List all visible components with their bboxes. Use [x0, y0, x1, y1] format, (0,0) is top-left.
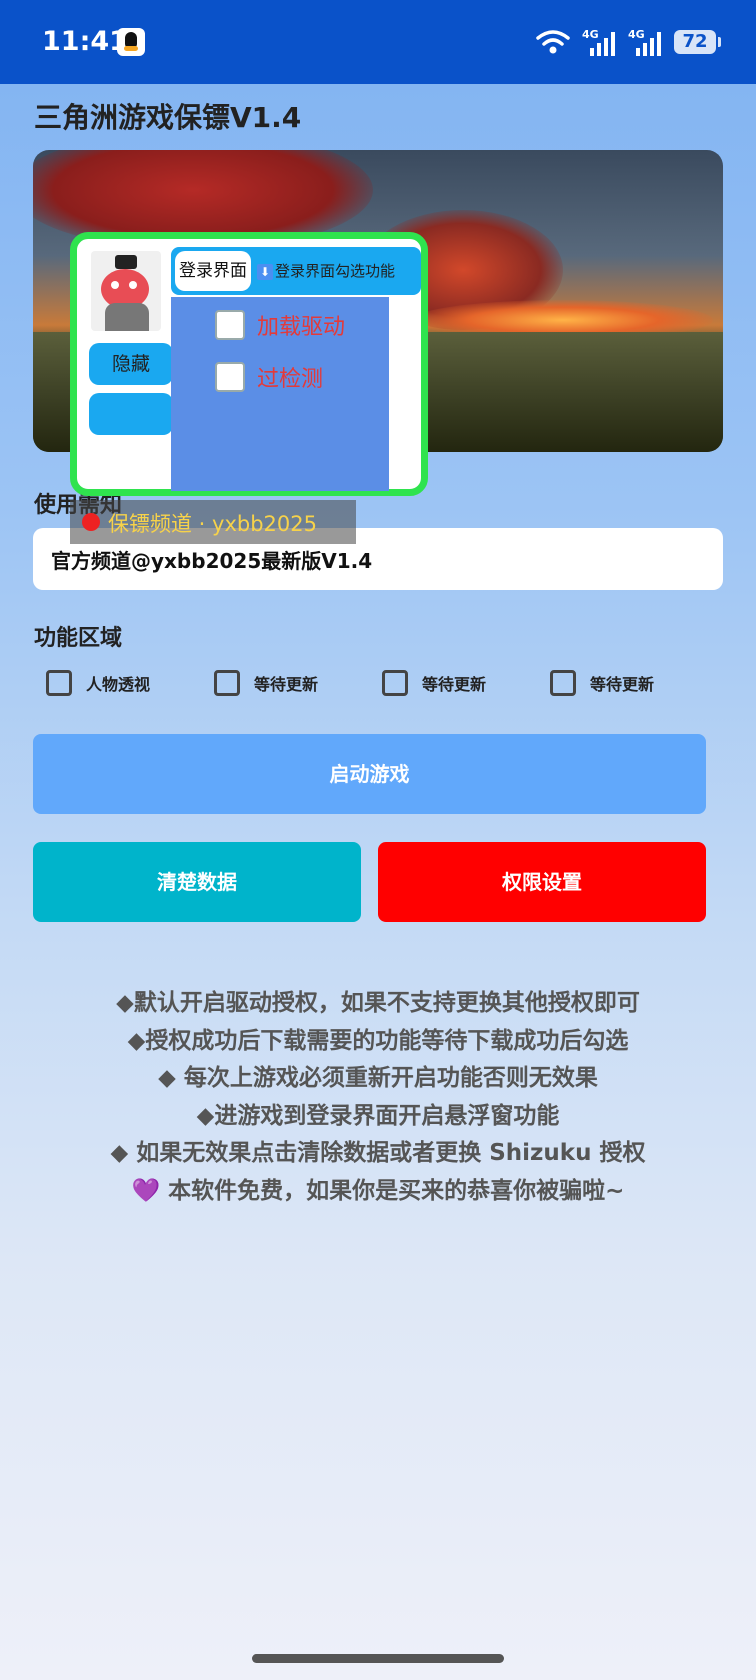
- function-section-label: 功能区域: [34, 626, 123, 651]
- checkbox-box[interactable]: [215, 362, 245, 392]
- blank-button[interactable]: [89, 393, 173, 435]
- instructions: ◆默认开启驱动授权，如果不支持更换其他授权即可 ◆授权成功后下载需要的功能等待下…: [0, 985, 756, 1210]
- status-icons: 4G 4G 72: [536, 26, 721, 58]
- channel-watermark: 保镖频道 · yxbb2025: [70, 500, 356, 544]
- function-label: 人物透视: [86, 675, 151, 694]
- instruction-line: 💜 本软件免费，如果你是买来的恭喜你被骗啦~: [131, 1177, 625, 1204]
- instruction-line: ◆授权成功后下载需要的功能等待下载成功后勾选: [127, 1027, 629, 1054]
- instruction-line: ◆进游戏到登录界面开启悬浮窗功能: [196, 1102, 560, 1129]
- network-type-1: 4G: [582, 28, 599, 41]
- checkbox-box[interactable]: [382, 670, 408, 696]
- function-checkbox-3[interactable]: 等待更新: [382, 670, 486, 696]
- channel-text: 保镖频道 · yxbb2025: [108, 512, 317, 536]
- status-time: 11:41: [42, 26, 128, 57]
- function-label: 等待更新: [590, 675, 655, 694]
- checkbox-box[interactable]: [550, 670, 576, 696]
- function-checkbox-4[interactable]: 等待更新: [550, 670, 654, 696]
- function-label: 等待更新: [254, 675, 319, 694]
- signal-icon-2: 4G: [628, 28, 662, 56]
- clear-data-button[interactable]: 清楚数据: [33, 842, 361, 922]
- notice-text: 官方频道@yxbb2025最新版V1.4: [51, 549, 373, 573]
- function-checkbox-2[interactable]: 等待更新: [214, 670, 318, 696]
- app-title: 三角洲游戏保镖V1.4: [34, 101, 302, 134]
- tab-login-screen[interactable]: 登录界面: [175, 251, 251, 291]
- home-indicator[interactable]: [252, 1654, 504, 1663]
- option-label: 过检测: [257, 367, 324, 392]
- status-bar: 11:41 4G 4G 72: [0, 0, 756, 84]
- overlay-hint-text: 登录界面勾选功能: [275, 262, 396, 280]
- checkbox-box[interactable]: [215, 310, 245, 340]
- checkbox-box[interactable]: [214, 670, 240, 696]
- signal-icon-1: 4G: [582, 28, 616, 56]
- overlay-options-panel: 加载驱动 过检测: [171, 297, 389, 491]
- overlay-hint: ⬇ 登录界面勾选功能: [257, 260, 395, 281]
- instruction-line: ◆默认开启驱动授权，如果不支持更换其他授权即可: [116, 990, 640, 1016]
- red-dot-icon: [82, 513, 100, 531]
- option-label: 加载驱动: [257, 315, 346, 340]
- avatar[interactable]: [91, 251, 161, 331]
- floating-window[interactable]: 隐藏 登录界面 ⬇ 登录界面勾选功能 加载驱动 过检测: [70, 232, 428, 496]
- start-game-button[interactable]: 启动游戏: [33, 734, 706, 814]
- wifi-icon: [536, 30, 570, 54]
- checkbox-box[interactable]: [46, 670, 72, 696]
- overlay-header: 登录界面 ⬇ 登录界面勾选功能: [171, 247, 421, 295]
- battery-icon: 72: [674, 30, 721, 54]
- bypass-detection-checkbox[interactable]: 过检测: [215, 361, 323, 393]
- permission-settings-button[interactable]: 权限设置: [378, 842, 706, 922]
- instruction-line: ◆ 如果无效果点击清除数据或者更换 Shizuku 授权: [110, 1140, 646, 1166]
- qq-notification-icon: [117, 28, 145, 56]
- network-type-2: 4G: [628, 28, 645, 41]
- load-driver-checkbox[interactable]: 加载驱动: [215, 309, 345, 341]
- instruction-line: ◆ 每次上游戏必须重新开启功能否则无效果: [158, 1065, 598, 1091]
- hide-button[interactable]: 隐藏: [89, 343, 173, 385]
- function-label: 等待更新: [422, 675, 487, 694]
- function-checkbox-1[interactable]: 人物透视: [46, 670, 150, 696]
- down-arrow-icon: ⬇: [257, 264, 273, 280]
